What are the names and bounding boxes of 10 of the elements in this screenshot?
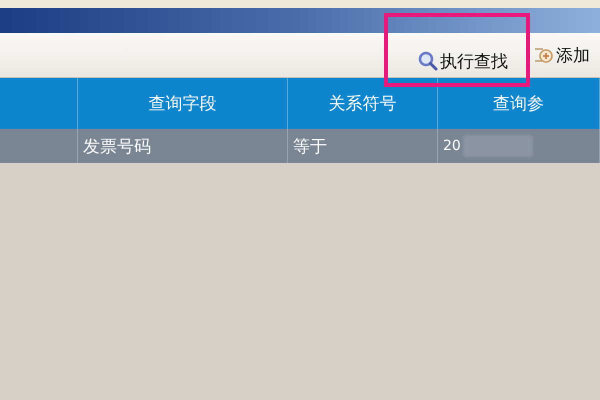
- column-header: 查询字段: [148, 93, 216, 115]
- table-row[interactable]: 发票号码 等于 20: [0, 129, 600, 163]
- column-header: 查询参: [493, 93, 544, 115]
- search-icon: [418, 51, 438, 71]
- column-header: 关系符号: [328, 93, 396, 115]
- search-button[interactable]: 执行查找: [388, 17, 526, 83]
- table-cell: 20: [443, 138, 461, 154]
- add-button[interactable]: 添加: [530, 40, 594, 70]
- table-cell-text: 发票号码: [83, 136, 151, 158]
- table-cell-text: 等于: [293, 136, 327, 158]
